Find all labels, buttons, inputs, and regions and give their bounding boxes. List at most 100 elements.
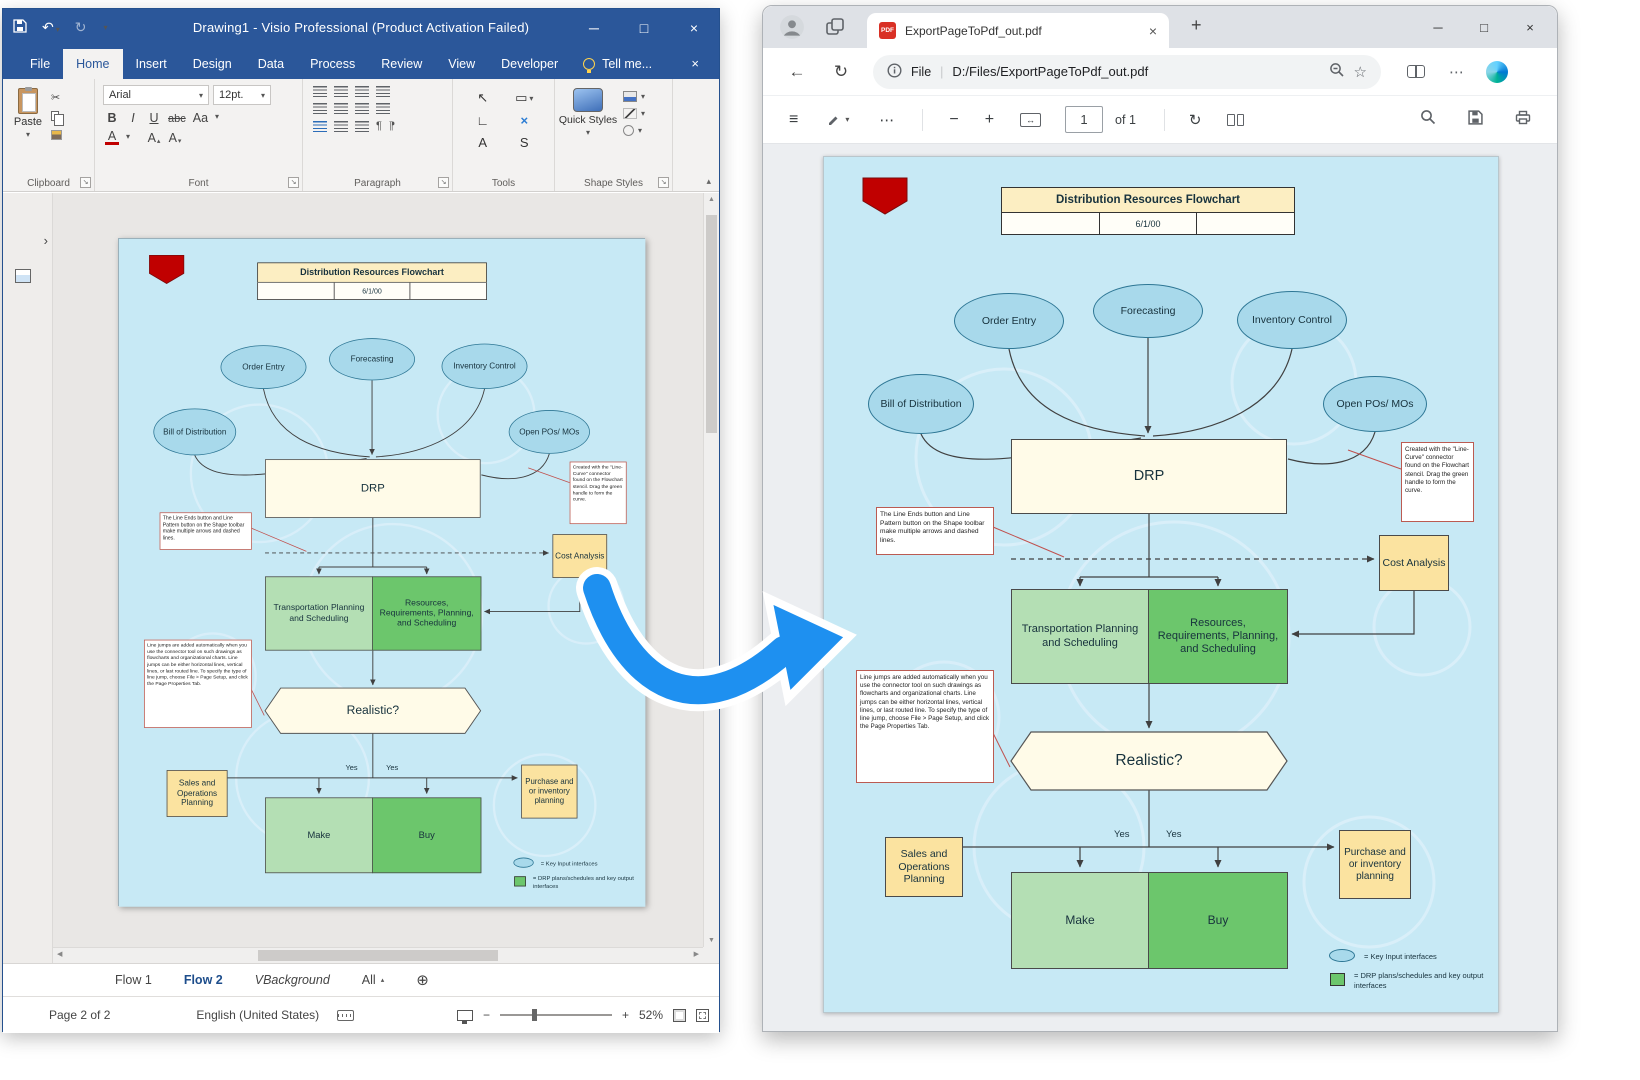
zoom-slider-thumb[interactable] [532, 1009, 537, 1021]
font-color-button[interactable]: A [105, 128, 119, 145]
save-icon[interactable] [13, 19, 27, 36]
close-button[interactable]: × [669, 9, 719, 46]
close-document-icon[interactable]: × [691, 56, 699, 71]
ltr-text-icon[interactable]: ¶ [376, 120, 382, 132]
close-button[interactable]: × [1507, 6, 1553, 48]
browser-menu-icon[interactable]: ⋯ [1449, 63, 1464, 81]
annotation-more-icon[interactable]: ⋯ [879, 111, 894, 129]
annotate-pen-button[interactable]: ▾ [826, 112, 849, 127]
scroll-up-icon[interactable]: ▲ [704, 196, 719, 203]
align-right-icon[interactable] [355, 86, 369, 97]
paste-button[interactable]: Paste ▾ [5, 83, 51, 142]
change-case-button[interactable]: Aa [193, 108, 208, 125]
strikethrough-button[interactable]: abc [168, 108, 186, 125]
page-tab-flow2[interactable]: Flow 2 [184, 973, 223, 987]
new-tab-button[interactable]: + [1191, 15, 1202, 36]
insert-page-icon[interactable]: ⊕ [416, 971, 429, 989]
connection-point-tool-icon[interactable]: × [509, 111, 541, 129]
ribbon-tab-data[interactable]: Data [245, 49, 297, 79]
ribbon-tab-insert[interactable]: Insert [123, 49, 180, 79]
align-top-icon[interactable] [313, 103, 327, 114]
bold-button[interactable]: B [105, 108, 119, 125]
tell-me-box[interactable]: Tell me... [571, 49, 664, 79]
freeform-tool-icon[interactable]: S [509, 133, 541, 151]
refresh-icon[interactable]: ↻ [827, 62, 855, 82]
ribbon-tab-process[interactable]: Process [297, 49, 368, 79]
profile-icon[interactable] [779, 14, 805, 45]
presentation-mode-icon[interactable] [457, 1010, 473, 1021]
italic-button[interactable]: I [126, 108, 140, 125]
redo-icon[interactable]: ↻ [75, 19, 87, 36]
collapse-ribbon-icon[interactable]: ▴ [706, 176, 711, 187]
copilot-icon[interactable] [1486, 61, 1508, 83]
page-number-input[interactable]: 1 [1065, 106, 1103, 133]
font-dialog-launcher[interactable]: ↘ [288, 177, 299, 188]
grow-font-button[interactable]: A▴ [147, 128, 161, 145]
minimize-button[interactable]: ─ [569, 9, 619, 46]
info-icon[interactable] [887, 63, 902, 81]
pdf-content-area[interactable]: Distribution Resources Flowchart 6/1/00 … [763, 144, 1557, 1031]
fit-to-width-icon[interactable]: ↔ [1020, 113, 1041, 127]
fullscreen-icon[interactable] [696, 1009, 709, 1022]
zoom-slider[interactable] [500, 1014, 612, 1016]
back-icon[interactable]: ← [783, 62, 811, 82]
ribbon-tab-file[interactable]: File [17, 49, 63, 79]
horizontal-scrollbar[interactable]: ◀ ▶ [53, 947, 703, 963]
favorite-star-icon[interactable]: ☆ [1354, 63, 1367, 81]
zoom-indicator-icon[interactable] [1329, 62, 1345, 81]
page-view-icon[interactable] [1227, 114, 1244, 126]
ribbon-tab-view[interactable]: View [435, 49, 488, 79]
shape-styles-dialog-launcher[interactable]: ↘ [658, 177, 669, 188]
justify-icon[interactable] [376, 103, 390, 114]
bullets-icon[interactable] [313, 121, 327, 132]
rotate-icon[interactable]: ↻ [1189, 111, 1202, 129]
line-spacing-icon[interactable] [376, 86, 390, 97]
rectangle-tool-icon[interactable]: ▭▾ [509, 89, 541, 107]
shrink-font-button[interactable]: A▾ [168, 128, 182, 145]
format-painter-icon[interactable] [51, 128, 62, 142]
address-url[interactable]: D:/Files/ExportPageToPdf_out.pdf [952, 64, 1148, 79]
copy-icon[interactable] [51, 109, 62, 123]
workspaces-icon[interactable] [825, 17, 845, 42]
align-bottom-icon[interactable] [355, 103, 369, 114]
page-tab-vbackground[interactable]: VBackground [255, 973, 330, 987]
align-middle-icon[interactable] [334, 103, 348, 114]
pointer-tool-icon[interactable]: ↖ [467, 89, 499, 107]
fit-page-icon[interactable] [673, 1009, 686, 1022]
stencil-icon[interactable] [15, 269, 31, 283]
browser-tab[interactable]: PDF ExportPageToPdf_out.pdf × [867, 13, 1169, 48]
page-indicator[interactable]: Page 2 of 2 [49, 1008, 110, 1022]
scroll-right-icon[interactable]: ▶ [694, 950, 699, 958]
pdf-zoom-out-icon[interactable]: − [949, 111, 958, 129]
maximize-button[interactable]: □ [1461, 6, 1507, 48]
connector-tool-icon[interactable]: ∟ [467, 111, 499, 129]
scroll-left-icon[interactable]: ◀ [57, 950, 62, 958]
customize-qat-icon[interactable]: ▾ [103, 23, 107, 32]
zoom-out-icon[interactable]: − [483, 1008, 490, 1022]
line-button[interactable]: ▾ [623, 108, 645, 119]
vertical-scrollbar[interactable]: ▲ ▼ [703, 193, 719, 947]
underline-button[interactable]: U [147, 108, 161, 125]
cut-icon[interactable]: ✂ [51, 90, 62, 104]
ribbon-tab-home[interactable]: Home [63, 49, 122, 79]
save-icon[interactable] [1468, 110, 1483, 130]
align-left-icon[interactable] [313, 86, 327, 97]
tab-close-icon[interactable]: × [1149, 23, 1157, 39]
split-screen-icon[interactable] [1407, 65, 1425, 78]
fill-button[interactable]: ▾ [623, 91, 645, 102]
text-tool-icon[interactable]: A [467, 133, 499, 151]
maximize-button[interactable]: □ [619, 9, 669, 46]
decrease-indent-icon[interactable] [334, 121, 348, 132]
rtl-text-icon[interactable]: ¶ [389, 120, 395, 132]
effects-button[interactable]: ▾ [623, 125, 645, 136]
page-tab-flow1[interactable]: Flow 1 [115, 973, 152, 987]
paragraph-dialog-launcher[interactable]: ↘ [438, 177, 449, 188]
zoom-level[interactable]: 52% [639, 1008, 663, 1022]
increase-indent-icon[interactable] [355, 121, 369, 132]
language-indicator[interactable]: English (United States) [196, 1008, 319, 1022]
visio-canvas[interactable]: Distribution Resources Flowchart 6/1/00 … [53, 193, 703, 947]
font-name-select[interactable]: Arial▾ [103, 85, 209, 105]
zoom-in-icon[interactable]: + [622, 1008, 629, 1022]
expand-shapes-panel-icon[interactable]: › [44, 233, 48, 248]
print-icon[interactable] [1515, 110, 1531, 130]
